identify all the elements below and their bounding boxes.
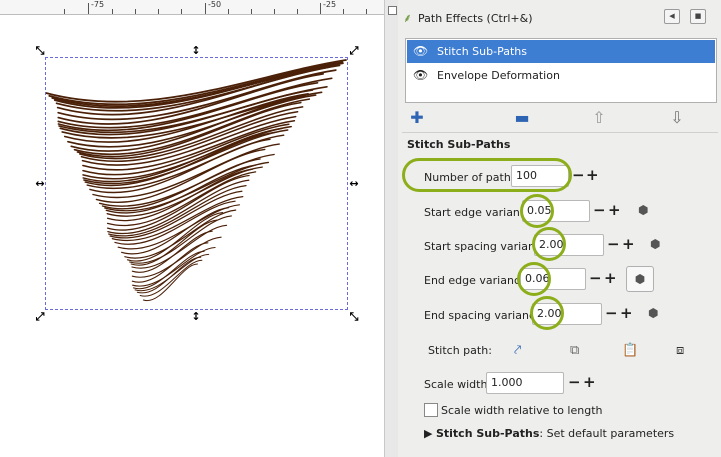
scale-width-relative-label: Scale width relative to length: [441, 404, 603, 417]
end-spacing-variance-label: End spacing variance:: [424, 309, 546, 322]
ruler-tick: [366, 9, 367, 14]
effect-list-toolbar: ✚ ▬ ⇧ ⇩: [398, 108, 721, 128]
section-title: Stitch Sub-Paths: [407, 138, 511, 151]
effect-item-envelope-deformation[interactable]: 👁 Envelope Deformation: [407, 64, 715, 87]
selection-bounding-box: [45, 57, 348, 310]
increment-button[interactable]: +: [620, 303, 633, 323]
ruler-tick: [297, 9, 298, 14]
scale-handle-n-icon[interactable]: ↕: [190, 45, 202, 57]
edit-on-canvas-icon[interactable]: ⤤: [514, 343, 521, 358]
separator: [402, 132, 718, 133]
ruler-tick: [205, 3, 206, 14]
ruler-label: -50: [208, 0, 222, 9]
expander-triangle-icon: ▶: [424, 427, 433, 440]
highlight-ring: [532, 227, 566, 261]
ruler-tick: [64, 9, 65, 14]
iconify-button[interactable]: ◀: [664, 9, 680, 24]
path-effects-icon: ⸙: [403, 11, 413, 25]
randomize-icon[interactable]: ⬢: [650, 237, 660, 251]
increment-button[interactable]: +: [622, 234, 635, 254]
canvas[interactable]: -75 -50 -25 ⤡ ↕ ⤢ ↔ ↔ ⤢ ↕ ⤡: [0, 0, 384, 457]
paste-icon[interactable]: 📋: [622, 343, 638, 358]
decrement-button[interactable]: −: [607, 234, 620, 254]
ruler-tick: [135, 9, 136, 14]
horizontal-ruler: -75 -50 -25: [0, 0, 384, 15]
decrement-button[interactable]: −: [589, 268, 602, 288]
randomize-button[interactable]: ⬢: [626, 266, 654, 292]
ruler-tick: [228, 9, 229, 14]
randomize-icon: ⬢: [634, 272, 646, 286]
defaults-expander[interactable]: ▶ Stitch Sub-Paths: Set default paramete…: [424, 427, 674, 440]
decrement-button[interactable]: −: [568, 372, 581, 392]
decrement-button[interactable]: −: [605, 303, 618, 323]
scale-width-input[interactable]: 1.000: [486, 372, 564, 394]
end-edge-variance-label: End edge variance:: [424, 274, 531, 287]
copy-icon[interactable]: ⧉: [570, 343, 579, 358]
randomize-icon[interactable]: ⬢: [638, 203, 648, 217]
link-icon[interactable]: ⧈: [676, 343, 684, 358]
stitch-path-label: Stitch path:: [428, 344, 492, 357]
ruler-tick: [88, 3, 89, 14]
remove-icon[interactable]: ▬: [511, 108, 533, 128]
effect-list[interactable]: 👁 Stitch Sub-Paths 👁 Envelope Deformatio…: [405, 38, 717, 103]
ruler-tick: [343, 9, 344, 14]
increment-button[interactable]: +: [608, 200, 621, 220]
scale-handle-ne-icon[interactable]: ⤢: [348, 45, 360, 57]
eye-icon[interactable]: 👁: [413, 68, 428, 82]
defaults-text: : Set default parameters: [539, 427, 675, 440]
effect-label: Envelope Deformation: [437, 69, 560, 82]
scale-width-relative-checkbox[interactable]: [424, 403, 438, 417]
scale-handle-s-icon[interactable]: ↕: [190, 311, 202, 323]
dock-grip-icon[interactable]: [388, 6, 397, 15]
ruler-tick: [320, 3, 321, 14]
move-down-icon[interactable]: ⇩: [666, 108, 688, 128]
ruler-tick: [274, 9, 275, 14]
highlight-ring: [520, 194, 554, 228]
effect-item-stitch-sub-paths[interactable]: 👁 Stitch Sub-Paths: [407, 40, 715, 63]
ruler-label: -25: [323, 0, 337, 9]
panel-header: ⸙ Path Effects (Ctrl+&) ◀ ■: [398, 0, 721, 36]
close-panel-button[interactable]: ■: [690, 9, 706, 24]
ruler-tick: [181, 9, 182, 14]
move-up-icon[interactable]: ⇧: [588, 108, 610, 128]
defaults-effect-name: Stitch Sub-Paths: [435, 427, 540, 440]
increment-button[interactable]: +: [586, 165, 599, 185]
effect-label: Stitch Sub-Paths: [437, 45, 527, 58]
path-effects-panel: ⸙ Path Effects (Ctrl+&) ◀ ■ 👁 Stitch Sub…: [398, 0, 721, 457]
scale-handle-se-icon[interactable]: ⤡: [348, 311, 360, 323]
scale-width-label: Scale width:: [424, 378, 492, 391]
decrement-button[interactable]: −: [593, 200, 606, 220]
increment-button[interactable]: +: [583, 372, 596, 392]
eye-icon[interactable]: 👁: [413, 44, 428, 58]
decrement-button[interactable]: −: [572, 165, 585, 185]
panel-title: Path Effects (Ctrl+&): [418, 12, 533, 25]
ruler-tick: [251, 9, 252, 14]
scale-handle-e-icon[interactable]: ↔: [348, 178, 360, 190]
ruler-tick: [158, 9, 159, 14]
increment-button[interactable]: +: [604, 268, 617, 288]
ruler-tick: [112, 9, 113, 14]
highlight-ring: [517, 262, 551, 296]
highlight-ring: [530, 296, 564, 330]
scale-handle-nw-icon[interactable]: ⤡: [34, 45, 46, 57]
highlight-ring: [402, 158, 572, 192]
scale-handle-sw-icon[interactable]: ⤢: [34, 311, 46, 323]
randomize-icon[interactable]: ⬢: [648, 306, 658, 320]
add-icon[interactable]: ✚: [406, 108, 428, 128]
ruler-label: -75: [91, 0, 105, 9]
scale-handle-w-icon[interactable]: ↔: [34, 178, 46, 190]
